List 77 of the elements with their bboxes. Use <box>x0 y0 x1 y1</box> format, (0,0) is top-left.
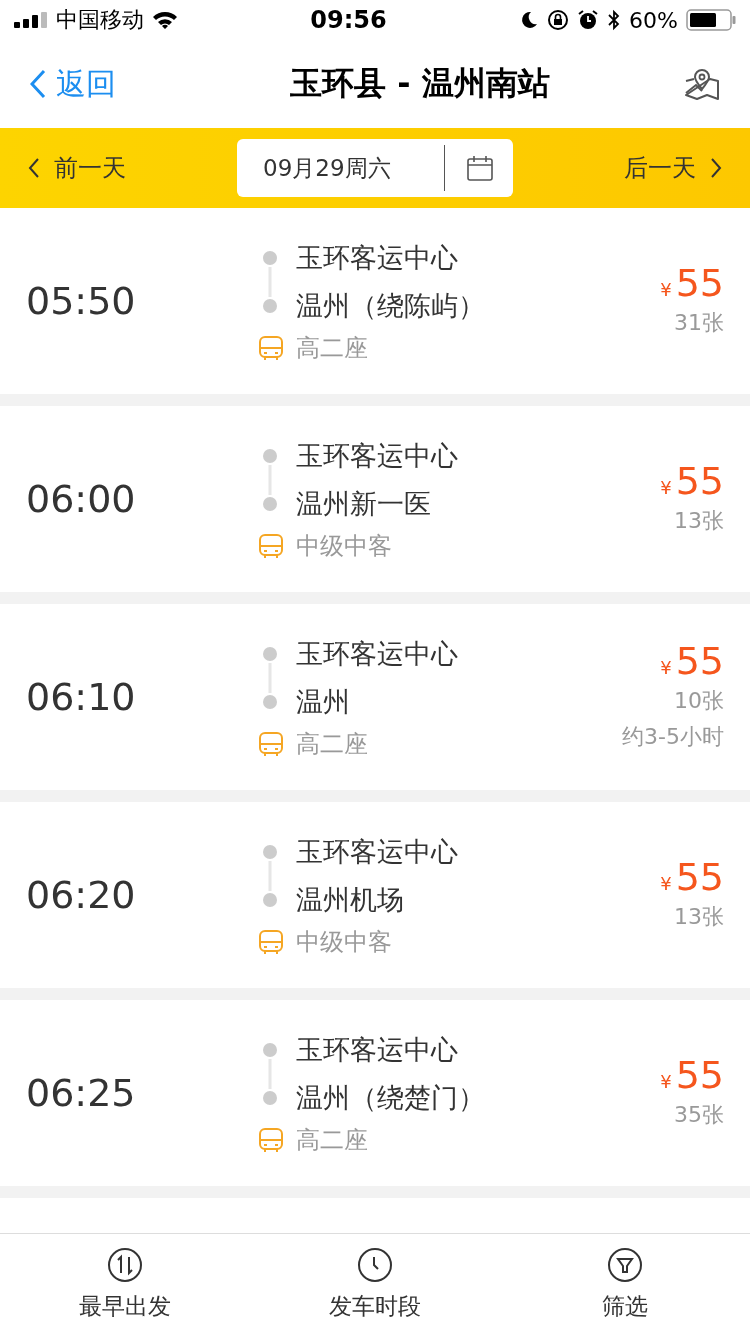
origin-station: 玉环客运中心 <box>296 241 459 275</box>
chevron-right-icon <box>710 157 722 179</box>
currency-symbol: ¥ <box>660 657 672 678</box>
trip-card[interactable]: 06:00 玉环客运中心 温州新一医 中级中客 ¥55 13张 <box>0 406 750 592</box>
previous-day-button[interactable]: 前一天 <box>28 152 126 184</box>
wifi-icon <box>152 10 178 30</box>
trip-duration: 约3-5小时 <box>622 723 724 751</box>
carrier-name: 中国移动 <box>56 6 144 34</box>
rotation-lock-icon <box>547 9 570 31</box>
battery-icon <box>686 9 736 31</box>
trip-card[interactable]: 06:10 玉环客运中心 温州 高二座 ¥55 10张 约3-5小时 <box>0 604 750 790</box>
bus-icon <box>258 335 284 361</box>
route-line-icon <box>262 1042 278 1106</box>
bus-type: 高二座 <box>296 333 368 364</box>
departure-time: 06:25 <box>26 1071 137 1115</box>
origin-station: 玉环客运中心 <box>296 1033 459 1067</box>
chevron-left-icon <box>28 157 40 179</box>
tickets-left: 31张 <box>674 309 724 337</box>
departure-time: 06:00 <box>26 477 137 521</box>
route-line-icon <box>262 448 278 512</box>
tickets-left: 10张 <box>674 687 724 715</box>
departure-time: 05:50 <box>26 279 137 323</box>
origin-station: 玉环客运中心 <box>296 439 458 473</box>
ticket-price: 55 <box>675 855 724 899</box>
tickets-left: 13张 <box>674 507 724 535</box>
map-pin-icon <box>684 67 720 101</box>
departure-time: 06:10 <box>26 675 137 719</box>
destination-station: 温州（绕陈屿） <box>296 289 485 323</box>
destination-station: 温州新一医 <box>296 487 432 521</box>
calendar-icon <box>467 155 493 181</box>
battery-percent: 60% <box>629 7 678 33</box>
page-title: 玉环县 - 温州南站 <box>290 63 550 104</box>
bluetooth-icon <box>607 9 622 31</box>
currency-symbol: ¥ <box>660 873 672 894</box>
route-line-icon <box>262 250 278 314</box>
currency-symbol: ¥ <box>660 1071 672 1092</box>
clock-icon <box>357 1246 393 1283</box>
filter-icon <box>607 1246 643 1283</box>
moon-icon <box>519 10 540 30</box>
bus-type: 高二座 <box>296 1125 368 1156</box>
ticket-price: 55 <box>675 1053 724 1097</box>
date-picker[interactable]: 09月29周六 <box>237 139 513 197</box>
tab-button[interactable]: 发车时段 <box>275 1246 475 1322</box>
ticket-price: 55 <box>675 261 724 305</box>
currency-symbol: ¥ <box>660 477 672 498</box>
trip-card[interactable]: 05:50 玉环客运中心 温州（绕陈屿） 高二座 ¥55 31张 <box>0 208 750 394</box>
currency-symbol: ¥ <box>660 279 672 300</box>
destination-station: 温州 <box>296 685 351 719</box>
departure-time: 06:20 <box>26 873 137 917</box>
origin-station: 玉环客运中心 <box>296 637 458 671</box>
bus-type: 高二座 <box>296 729 368 760</box>
bus-type: 中级中客 <box>296 531 392 562</box>
trip-card[interactable]: 06:20 玉环客运中心 温州机场 中级中客 ¥55 13张 <box>0 802 750 988</box>
tickets-left: 13张 <box>674 903 724 931</box>
ticket-price: 55 <box>675 639 724 683</box>
route-line-icon <box>262 646 278 710</box>
signal-icon <box>14 12 48 28</box>
destination-station: 温州（绕楚门） <box>296 1081 485 1115</box>
bus-type: 中级中客 <box>296 927 392 958</box>
tickets-left: 35张 <box>674 1101 724 1129</box>
bus-icon <box>258 1127 284 1153</box>
bus-icon <box>258 929 284 955</box>
bus-icon <box>258 731 284 757</box>
alarm-icon <box>577 9 600 31</box>
origin-station: 玉环客运中心 <box>296 835 458 869</box>
route-line-icon <box>262 844 278 908</box>
tab-button[interactable]: 最早出发 <box>25 1246 225 1322</box>
trip-card[interactable]: 06:25 玉环客运中心 温州（绕楚门） 高二座 ¥55 35张 <box>0 1000 750 1186</box>
bus-icon <box>258 533 284 559</box>
tab-button[interactable]: 筛选 <box>525 1246 725 1322</box>
next-day-button[interactable]: 后一天 <box>624 152 722 184</box>
chevron-left-icon <box>30 69 46 99</box>
sort-icon <box>107 1246 143 1283</box>
ticket-price: 55 <box>675 459 724 503</box>
destination-station: 温州机场 <box>296 883 405 917</box>
map-button[interactable] <box>684 67 720 101</box>
status-time: 09:56 <box>310 6 387 34</box>
